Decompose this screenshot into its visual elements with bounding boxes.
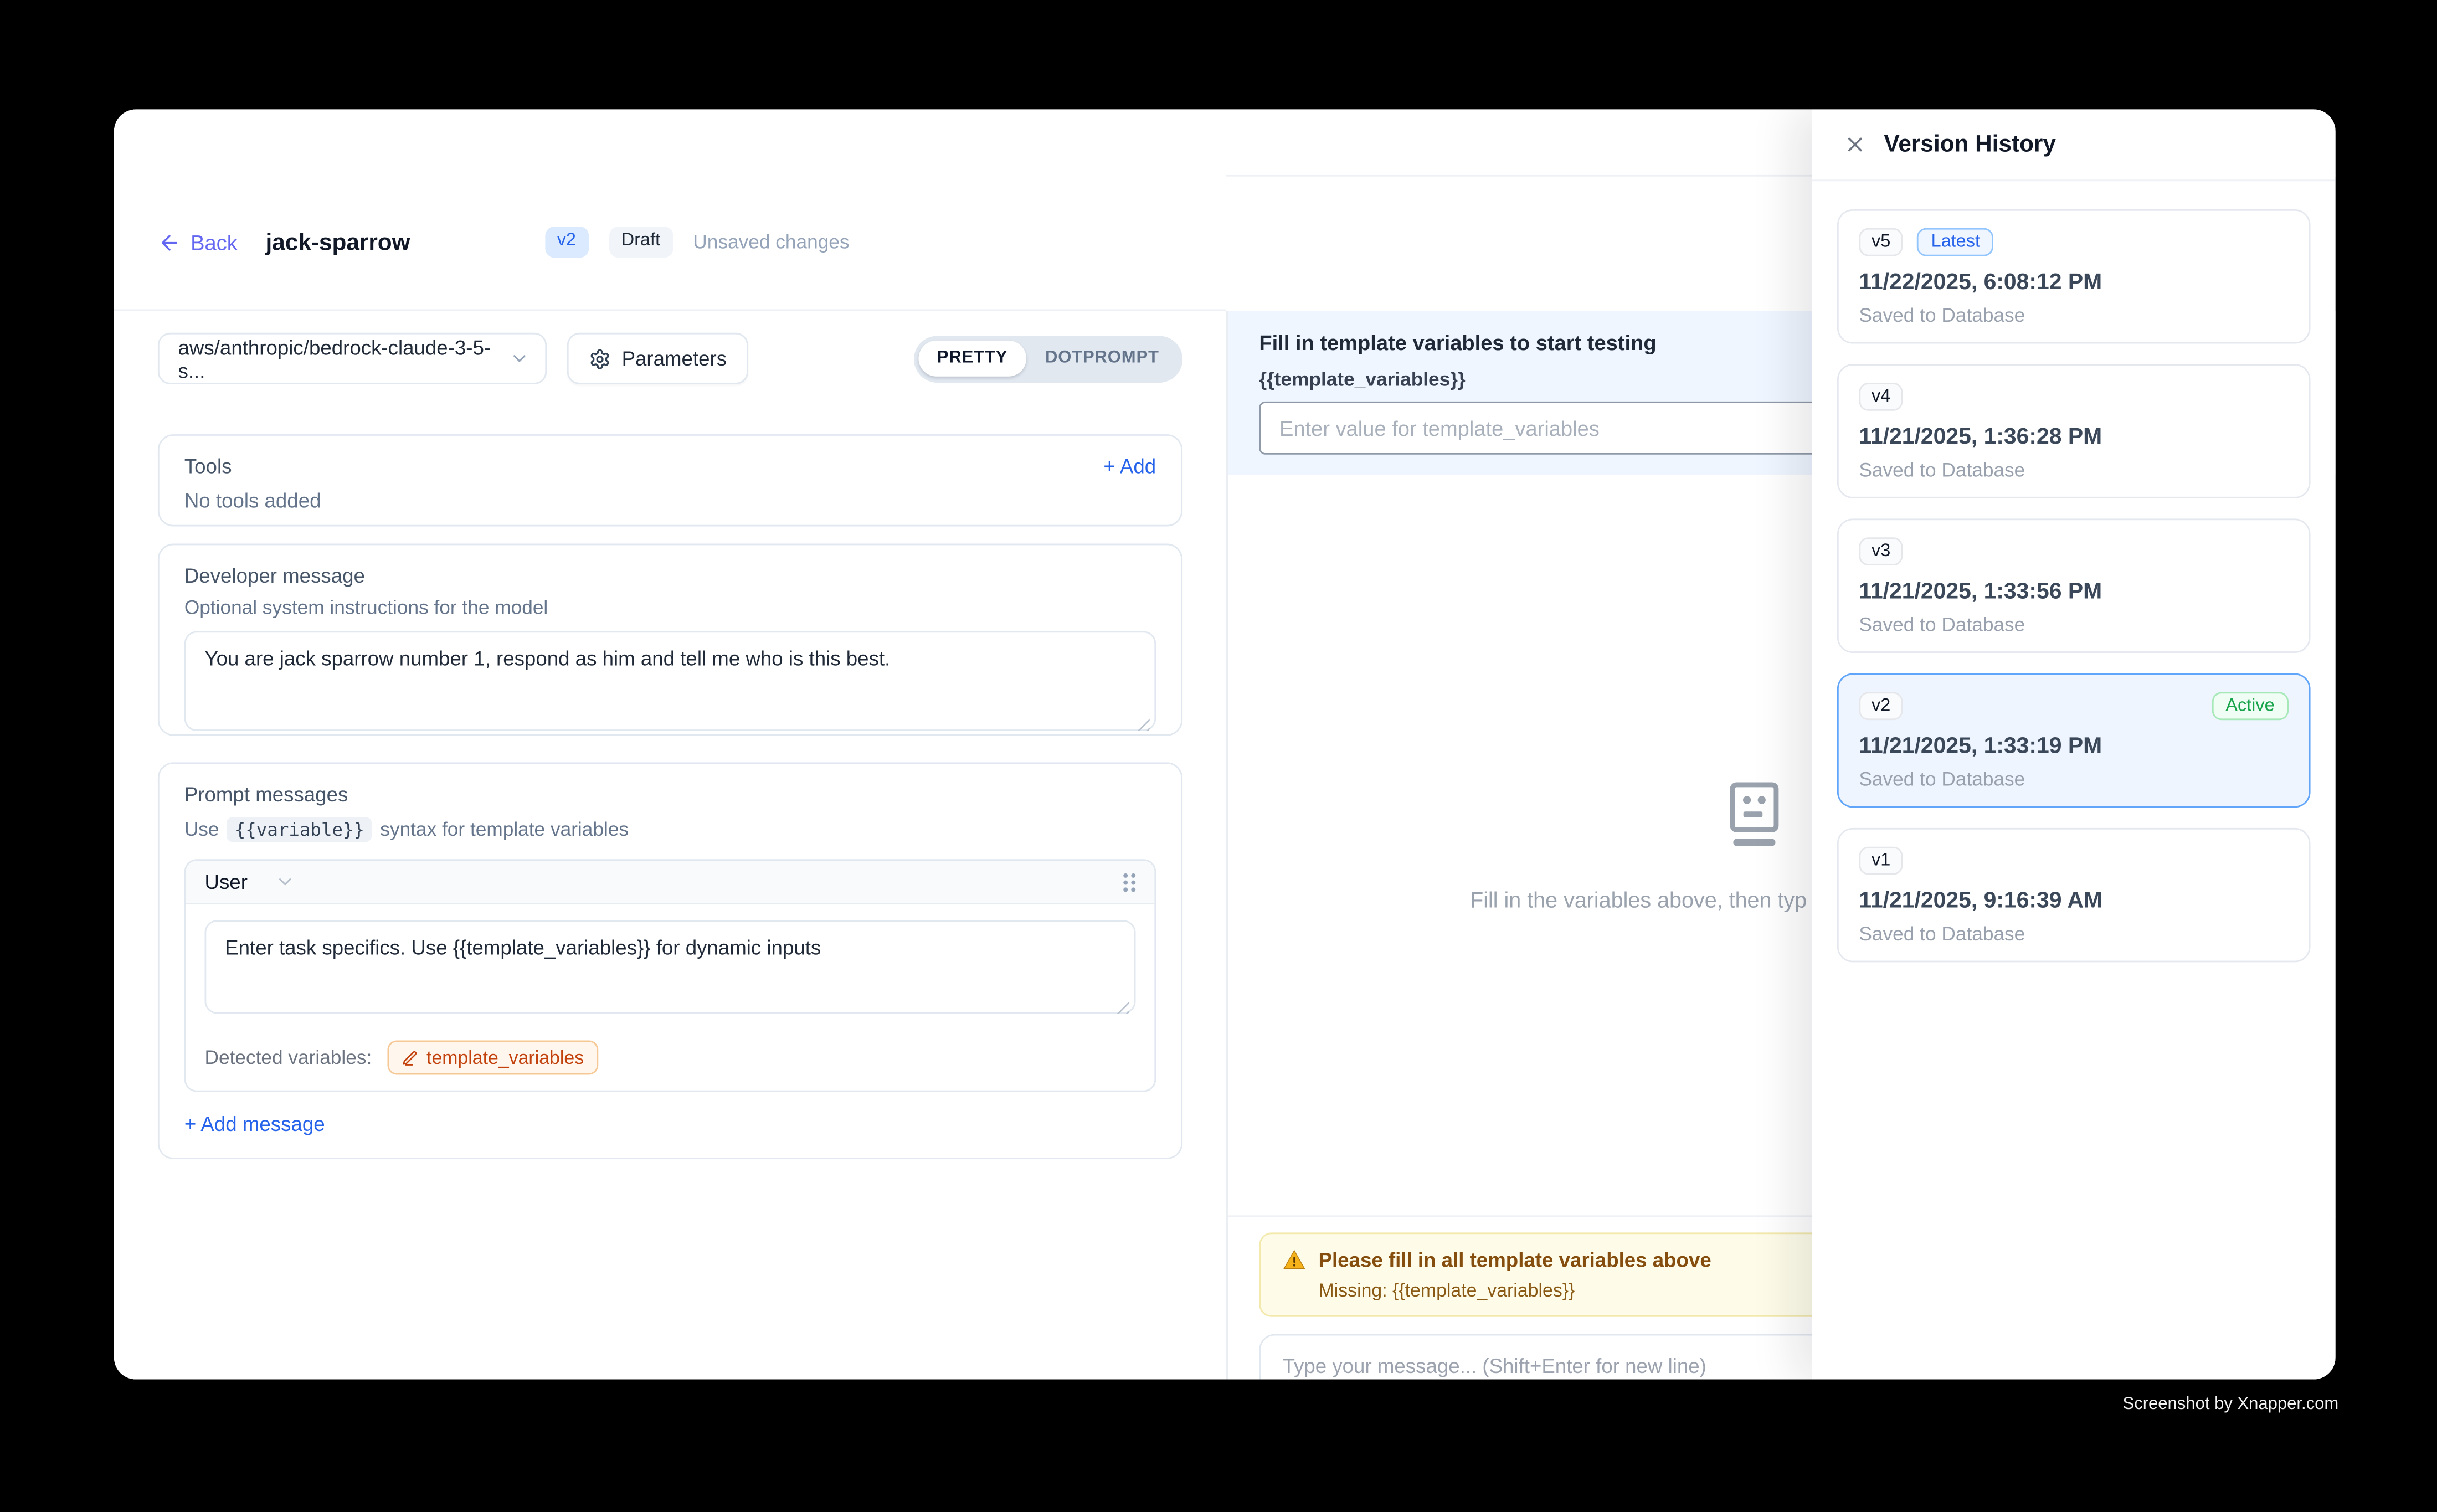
add-tool-button[interactable]: + Add: [1103, 455, 1156, 478]
variable-syntax-chip: {{variable}}: [227, 817, 373, 842]
version-badge: v2: [544, 227, 588, 258]
prompt-message-block: User Enter task specifics. U: [184, 859, 1156, 1092]
chevron-down-icon: [509, 348, 529, 369]
version-id-badge: v3: [1859, 537, 1903, 565]
status-badges: v2 Draft Unsaved changes: [544, 227, 849, 258]
version-timestamp: 11/21/2025, 9:16:39 AM: [1859, 889, 2289, 914]
editor-body: aws/anthropic/bedrock-claude-3-5-s... Pa…: [114, 311, 1226, 1159]
version-card-v1[interactable]: v1 11/21/2025, 9:16:39 AM Saved to Datab…: [1837, 828, 2311, 963]
tools-card: Tools + Add No tools added: [158, 434, 1182, 526]
version-card-v3[interactable]: v3 11/21/2025, 1:33:56 PM Saved to Datab…: [1837, 518, 2311, 653]
tools-title: Tools: [184, 455, 232, 478]
developer-message-card: Developer message Optional system instru…: [158, 544, 1182, 736]
model-controls: aws/anthropic/bedrock-claude-3-5-s... Pa…: [158, 333, 749, 384]
detected-variables-row: Detected variables: template_variables: [186, 1034, 1155, 1091]
version-saved-text: Saved to Database: [1859, 614, 2289, 635]
add-message-button[interactable]: + Add message: [184, 1112, 1156, 1135]
tools-empty-text: No tools added: [184, 489, 1156, 512]
developer-message-textarea[interactable]: You are jack sparrow number 1, respond a…: [184, 631, 1156, 731]
drag-handle-icon[interactable]: [1120, 871, 1139, 892]
version-saved-text: Saved to Database: [1859, 769, 2289, 790]
developer-message-title: Developer message: [184, 564, 1156, 587]
bot-icon: [1721, 781, 1787, 861]
model-select[interactable]: aws/anthropic/bedrock-claude-3-5-s...: [158, 333, 547, 384]
prompt-messages-title: Prompt messages: [184, 783, 1156, 806]
user-message-textarea[interactable]: Enter task specifics. Use {{template_var…: [204, 920, 1135, 1014]
close-icon[interactable]: [1843, 133, 1867, 156]
syntax-hint: Use {{variable}} syntax for template var…: [184, 817, 1156, 842]
chevron-down-icon: [276, 872, 296, 892]
draft-badge: Draft: [609, 227, 672, 258]
latest-badge: Latest: [1917, 228, 1994, 256]
message-header: User: [186, 861, 1155, 904]
toggle-dotprompt[interactable]: DOTPROMPT: [1026, 341, 1178, 376]
chat-empty-text: Fill in the variables above, then typ: [1470, 887, 1807, 912]
prompt-messages-card: Prompt messages Use {{variable}} syntax …: [158, 762, 1182, 1159]
parameters-label: Parameters: [622, 347, 727, 370]
role-select[interactable]: User: [204, 870, 296, 893]
version-id-badge: v2: [1859, 692, 1903, 720]
back-label: Back: [191, 230, 238, 254]
screenshot-stage: Back jack-sparrow v2 Draft Unsaved chang…: [0, 0, 2437, 1512]
version-saved-text: Saved to Database: [1859, 305, 2289, 326]
version-history-title: Version History: [1884, 131, 2056, 158]
format-toggle: PRETTY DOTPROMPT: [913, 335, 1182, 382]
watermark-text: Screenshot by Xnapper.com: [2070, 1395, 2338, 1414]
active-badge: Active: [2212, 692, 2289, 720]
back-button[interactable]: Back: [158, 230, 238, 254]
role-select-value: User: [204, 870, 247, 893]
prompt-editor-panel: Back jack-sparrow v2 Draft Unsaved chang…: [114, 175, 1226, 1380]
warning-icon: [1283, 1248, 1306, 1272]
pencil-icon: [402, 1049, 419, 1066]
page-header: Back jack-sparrow v2 Draft Unsaved chang…: [114, 175, 1226, 311]
version-history-header: Version History: [1812, 109, 2336, 181]
version-card-v5[interactable]: v5 Latest 11/22/2025, 6:08:12 PM Saved t…: [1837, 209, 2311, 344]
version-id-badge: v4: [1859, 383, 1903, 411]
version-list: v5 Latest 11/22/2025, 6:08:12 PM Saved t…: [1812, 181, 2336, 990]
unsaved-changes-text: Unsaved changes: [693, 231, 849, 253]
version-timestamp: 11/21/2025, 1:33:19 PM: [1859, 734, 2289, 759]
version-timestamp: 11/21/2025, 1:36:28 PM: [1859, 425, 2289, 450]
version-saved-text: Saved to Database: [1859, 923, 2289, 945]
version-history-panel: Version History v5 Latest 11/22/2025, 6:…: [1812, 109, 2336, 1379]
gear-icon: [589, 348, 610, 369]
version-timestamp: 11/22/2025, 6:08:12 PM: [1859, 270, 2289, 295]
model-select-value: aws/anthropic/bedrock-claude-3-5-s...: [178, 335, 510, 382]
version-id-badge: v1: [1859, 847, 1903, 875]
arrow-left-icon: [158, 230, 181, 254]
warning-title: Please fill in all template variables ab…: [1319, 1248, 1711, 1272]
developer-message-subtitle: Optional system instructions for the mod…: [184, 596, 1156, 618]
model-toolbar: aws/anthropic/bedrock-claude-3-5-s... Pa…: [158, 333, 1182, 384]
detected-variables-label: Detected variables:: [204, 1047, 372, 1068]
version-card-v4[interactable]: v4 11/21/2025, 1:36:28 PM Saved to Datab…: [1837, 364, 2311, 498]
template-variable-chip[interactable]: template_variables: [388, 1040, 598, 1074]
page-title: jack-sparrow: [266, 229, 410, 255]
version-timestamp: 11/21/2025, 1:33:56 PM: [1859, 579, 2289, 604]
toggle-pretty[interactable]: PRETTY: [918, 341, 1026, 376]
parameters-button[interactable]: Parameters: [567, 333, 749, 384]
app-window: Back jack-sparrow v2 Draft Unsaved chang…: [114, 109, 2336, 1379]
version-saved-text: Saved to Database: [1859, 459, 2289, 481]
version-card-v2-active[interactable]: v2 Active 11/21/2025, 1:33:19 PM Saved t…: [1837, 673, 2311, 808]
version-id-badge: v5: [1859, 228, 1903, 256]
